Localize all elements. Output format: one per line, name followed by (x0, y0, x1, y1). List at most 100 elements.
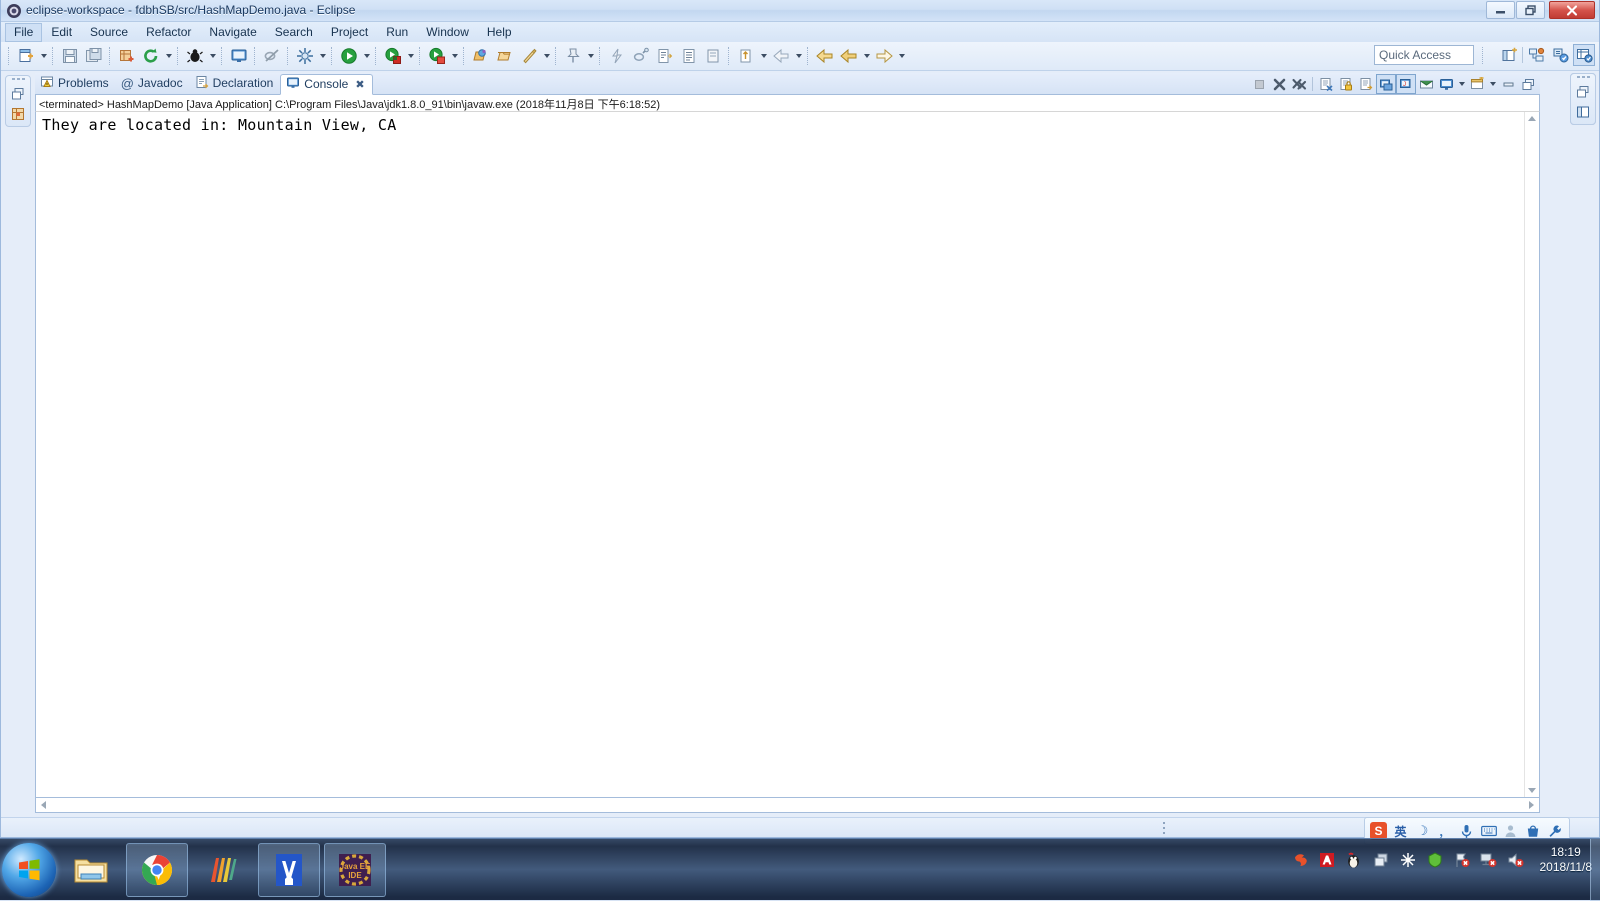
save-icon[interactable] (58, 44, 82, 68)
snowflake-tray-icon[interactable] (1399, 851, 1417, 869)
perspective-java-ee-icon[interactable] (1573, 44, 1595, 66)
coverage-icon[interactable] (425, 44, 449, 68)
external-tools-dropdown-arrow[interactable] (317, 44, 328, 68)
volume-muted-tray-icon[interactable] (1507, 851, 1525, 869)
open-perspective-icon[interactable] (1498, 44, 1520, 66)
forward-dropdown-arrow[interactable] (861, 44, 872, 68)
refresh-icon[interactable] (139, 44, 163, 68)
minimize-button[interactable] (1486, 1, 1515, 19)
menu-project[interactable]: Project (322, 23, 377, 42)
close-icon[interactable]: ✖ (355, 78, 364, 91)
file-explorer-icon[interactable] (60, 843, 122, 897)
wps-writer-icon[interactable] (258, 843, 320, 897)
google-chrome-icon[interactable] (126, 843, 188, 897)
view-menu-dropdown-arrow[interactable] (1487, 72, 1498, 96)
sogou-tray-icon[interactable] (1291, 851, 1309, 869)
tab-javadoc[interactable]: @ Javadoc (116, 73, 190, 94)
menu-edit[interactable]: Edit (42, 23, 81, 42)
run-as-dropdown-arrow[interactable] (405, 44, 416, 68)
next-nav-dropdown-arrow[interactable] (896, 44, 907, 68)
perspective-java-browsing-icon[interactable] (1549, 44, 1571, 66)
menu-search[interactable]: Search (266, 23, 322, 42)
next-edit-icon[interactable] (734, 44, 758, 68)
tab-console[interactable]: Console ✖ (280, 74, 372, 95)
start-orb-icon[interactable] (2, 843, 56, 897)
shield-tray-icon[interactable] (1426, 851, 1444, 869)
new-console-view-icon[interactable] (1436, 74, 1456, 94)
external-tools-icon[interactable] (293, 44, 317, 68)
tab-declaration[interactable]: Declaration (190, 73, 281, 94)
remove-all-terminated-icon[interactable] (1289, 74, 1309, 94)
new-dropdown-arrow[interactable] (38, 44, 49, 68)
flag-error-tray-icon[interactable] (1453, 851, 1471, 869)
toggle-mark-occurrences-icon[interactable] (605, 44, 629, 68)
view-menu-icon[interactable] (1467, 74, 1487, 94)
maximize-view-icon[interactable] (1518, 74, 1538, 94)
scroll-up-arrow[interactable] (1526, 112, 1539, 125)
back-nav-icon[interactable] (769, 44, 793, 68)
adobe-tray-icon[interactable] (1318, 851, 1336, 869)
new-console-dropdown-arrow[interactable] (1456, 72, 1467, 96)
word-wrap-icon[interactable] (1356, 74, 1376, 94)
next-edit-dropdown-arrow[interactable] (758, 44, 769, 68)
debug-last-icon[interactable] (183, 44, 207, 68)
eclipse-java-ee-ide-icon[interactable]: Java EE IDE (324, 843, 386, 897)
quick-access-input[interactable]: Quick Access (1374, 45, 1474, 65)
menu-refactor[interactable]: Refactor (137, 23, 200, 42)
menu-source[interactable]: Source (81, 23, 137, 42)
console-horizontal-scrollbar[interactable] (35, 798, 1540, 813)
run-as-java-icon[interactable] (381, 44, 405, 68)
qq-tray-icon[interactable] (1345, 851, 1363, 869)
menu-window[interactable]: Window (417, 23, 478, 42)
open-type-icon[interactable] (469, 44, 493, 68)
menu-help[interactable]: Help (478, 23, 521, 42)
minimize-view-icon[interactable] (1498, 74, 1518, 94)
display-selected-console-icon[interactable]: J (1396, 74, 1416, 94)
skip-breakpoints-icon[interactable] (260, 44, 284, 68)
next-nav-icon[interactable] (872, 44, 896, 68)
perspective-java-icon[interactable] (1525, 44, 1547, 66)
properties-view-icon[interactable] (1573, 102, 1593, 122)
link-editor-icon[interactable] (629, 44, 653, 68)
pin-dropdown-arrow[interactable] (585, 44, 596, 68)
back-icon[interactable] (813, 44, 837, 68)
taskbar-clock[interactable]: 18:19 2018/11/8 (1540, 845, 1593, 875)
restore-view-icon[interactable] (8, 84, 28, 104)
pin-console-icon[interactable] (1376, 74, 1396, 94)
scroll-down-arrow[interactable] (1526, 784, 1539, 797)
remove-launch-icon[interactable] (1269, 74, 1289, 94)
last-edit-icon[interactable] (701, 44, 725, 68)
status-resize-grip[interactable] (1161, 822, 1167, 834)
close-button[interactable] (1549, 1, 1595, 19)
new-wizard-icon[interactable] (14, 44, 38, 68)
restore-button[interactable] (1516, 1, 1545, 19)
scroll-lock-icon[interactable] (1336, 74, 1356, 94)
console-vertical-scrollbar[interactable] (1524, 112, 1539, 797)
next-annotation-icon[interactable] (653, 44, 677, 68)
save-all-icon[interactable] (82, 44, 106, 68)
run-icon[interactable] (337, 44, 361, 68)
trim-handle[interactable] (9, 78, 27, 83)
trim-handle[interactable] (1574, 76, 1592, 81)
back-nav-dropdown-arrow[interactable] (793, 44, 804, 68)
terminate-icon[interactable] (1249, 74, 1269, 94)
new-java-package-icon[interactable] (115, 44, 139, 68)
network-error-tray-icon[interactable] (1480, 851, 1498, 869)
search-dropdown-arrow[interactable] (541, 44, 552, 68)
pin-editor-icon[interactable] (561, 44, 585, 68)
clear-console-icon[interactable] (1316, 74, 1336, 94)
menu-navigate[interactable]: Navigate (200, 23, 265, 42)
colorful-stripes-app-icon[interactable] (192, 843, 254, 897)
debug-dropdown-arrow[interactable] (207, 44, 218, 68)
menu-file[interactable]: File (5, 23, 42, 42)
search-icon[interactable] (517, 44, 541, 68)
forward-icon[interactable] (837, 44, 861, 68)
scroll-right-arrow[interactable] (1525, 799, 1538, 812)
open-task-icon[interactable] (493, 44, 517, 68)
package-explorer-icon[interactable] (8, 104, 28, 124)
tab-problems[interactable]: Problems (35, 73, 116, 94)
restore-view-icon[interactable] (1573, 82, 1593, 102)
scroll-left-arrow[interactable] (37, 799, 50, 812)
console-output-area[interactable]: They are located in: Mountain View, CA (36, 112, 1524, 797)
menu-run[interactable]: Run (377, 23, 417, 42)
